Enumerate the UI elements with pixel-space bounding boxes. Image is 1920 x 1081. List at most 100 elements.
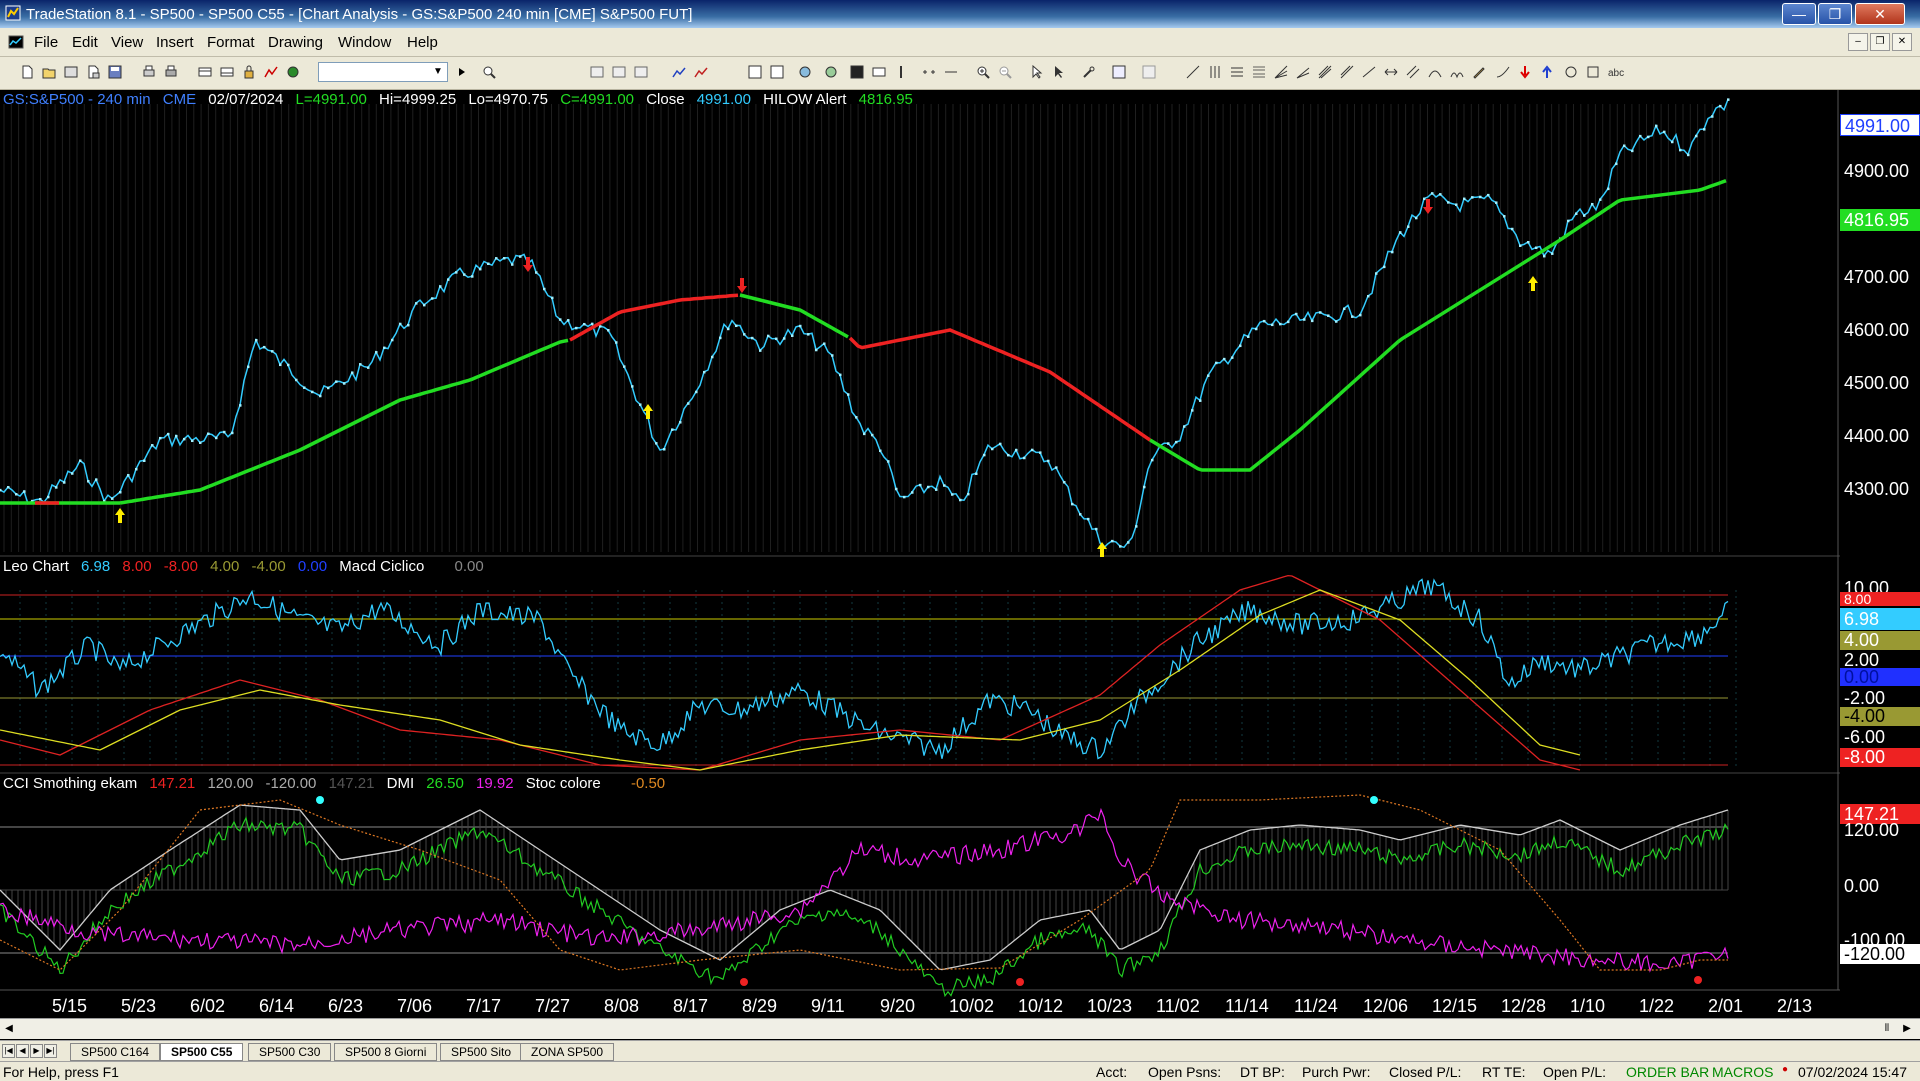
date-axis-label: 1/22 [1639,996,1675,1016]
vertical-lines-icon[interactable] [1208,65,1222,79]
radar-icon[interactable] [634,65,648,79]
pencil-icon[interactable] [1472,65,1486,79]
trendline-icon[interactable] [1186,65,1200,79]
gann-fan-icon[interactable] [1296,65,1310,79]
new-window-icon[interactable] [86,65,100,79]
regression-icon[interactable] [1340,65,1354,79]
first-tab-icon[interactable]: |◀ [2,1044,15,1058]
menu-edit[interactable]: Edit [72,34,98,51]
minimize-button[interactable]: — [1782,3,1816,25]
scroll-thumb-icon[interactable]: ⦀ [1880,1022,1894,1036]
chart-window-icon[interactable] [8,34,24,50]
new-icon[interactable] [20,65,34,79]
grid-icon[interactable] [1142,65,1156,79]
options-icon[interactable] [770,65,784,79]
tab-sp500-8-giorni[interactable]: SP500 8 Giorni [334,1043,438,1061]
status-order-bar[interactable]: ORDER BAR [1626,1064,1709,1080]
pointer-data-icon[interactable] [1052,65,1066,79]
open-icon[interactable] [42,65,56,79]
up-arrow-marker-icon[interactable] [1540,65,1554,79]
mdi-restore-button[interactable]: ❐ [1870,33,1890,51]
indicator-icon[interactable] [264,65,278,79]
radarscreen-icon[interactable] [850,65,864,79]
arc-icon[interactable] [1428,65,1442,79]
strategy-icon[interactable] [286,65,300,79]
ray-icon[interactable] [1362,65,1376,79]
price-bar [703,370,706,374]
next-tab-icon[interactable]: ▶ [30,1044,43,1058]
macd-value: 0.00 [454,558,484,575]
chart-canvas[interactable] [0,90,1920,1016]
menu-help[interactable]: Help [407,34,438,51]
fibonacci-icon[interactable] [1252,65,1266,79]
chart-type-icon[interactable] [694,65,708,79]
menu-insert[interactable]: Insert [156,34,194,51]
zoom-out-icon[interactable] [944,65,958,79]
chart-analysis-icon[interactable] [672,65,686,79]
time-sales-icon[interactable] [894,65,908,79]
mdi-close-button[interactable]: ✕ [1892,33,1912,51]
play-icon[interactable] [455,65,469,79]
menu-drawing[interactable]: Drawing [268,34,323,51]
scroll-left-icon[interactable]: ◀ [2,1022,16,1036]
magnify-plus-icon[interactable] [976,65,990,79]
zoom-in-icon[interactable] [922,65,936,79]
freehand-icon[interactable] [1496,65,1510,79]
print-preview-icon[interactable] [142,65,156,79]
tab-sp500-c164[interactable]: SP500 C164 [70,1043,161,1061]
pointer-icon[interactable] [1030,65,1044,79]
price-bar [223,430,226,434]
symbol-combo-box[interactable]: ▼ [318,62,448,82]
text-tool-icon[interactable]: abc [1608,65,1630,79]
print-icon[interactable] [164,65,178,79]
date-axis-label: 7/06 [397,996,433,1016]
speed-lines-icon[interactable] [1274,65,1288,79]
matrix-icon[interactable] [748,65,762,79]
price-axis-label: 4700.00 [1844,267,1910,287]
ellipse-icon[interactable] [1564,65,1578,79]
close-button[interactable]: ✕ [1855,3,1905,25]
menu-format[interactable]: Format [207,34,255,51]
workspace-icon[interactable] [64,65,78,79]
maximize-button[interactable]: ❐ [1818,3,1852,25]
tools-icon[interactable] [1082,65,1096,79]
sell-arrow [523,257,533,272]
menu-file[interactable]: File [34,34,58,51]
price-bar [495,257,498,260]
save-icon[interactable] [108,65,122,79]
status-macros[interactable]: MACROS [1712,1064,1773,1080]
price-bar [1223,357,1226,361]
cycle-lines-icon[interactable] [1450,65,1464,79]
mdi-minimize-button[interactable]: – [1848,33,1868,51]
tab-sp500-c30[interactable]: SP500 C30 [248,1043,332,1061]
magnify-minus-icon[interactable] [998,65,1012,79]
horizontal-scrollbar[interactable]: ◀ ⦀ ▶ [0,1018,1920,1039]
tab-sp500-sito[interactable]: SP500 Sito [440,1043,523,1061]
chart-analysis-window[interactable]: GS:S&P500 - 240 min CME 02/07/2024 L=499… [0,90,1920,1016]
bar-chart-icon[interactable] [590,65,604,79]
horizontal-lines-icon[interactable] [1230,65,1244,79]
price-bar [431,297,434,300]
symbol-lookup-icon[interactable] [482,65,496,79]
scroll-right-icon[interactable]: ▶ [1900,1022,1914,1036]
rectangle-icon[interactable] [1586,65,1600,79]
menu-window[interactable]: Window [338,34,391,51]
parallel-lines-icon[interactable] [1406,65,1420,79]
scanner-icon[interactable] [798,65,812,79]
lock-icon[interactable] [242,65,256,79]
tab-sp500-c55[interactable]: SP500 C55 [160,1043,244,1061]
down-arrow-marker-icon[interactable] [1518,65,1532,79]
unlink-icon[interactable] [220,65,234,79]
prev-tab-icon[interactable]: ◀ [16,1044,29,1058]
chevron-down-icon[interactable]: ▼ [431,65,445,79]
link-icon[interactable] [198,65,212,79]
last-tab-icon[interactable]: ▶| [44,1044,57,1058]
format-icon[interactable] [1112,65,1126,79]
portfolio-icon[interactable] [824,65,838,79]
arrow-both-icon[interactable] [1384,65,1398,79]
tab-zona-sp500[interactable]: ZONA SP500 [520,1043,615,1061]
hotlist-icon[interactable] [872,65,886,79]
andrews-pitchfork-icon[interactable] [1318,65,1332,79]
candle-chart-icon[interactable] [612,65,626,79]
menu-view[interactable]: View [111,34,143,51]
